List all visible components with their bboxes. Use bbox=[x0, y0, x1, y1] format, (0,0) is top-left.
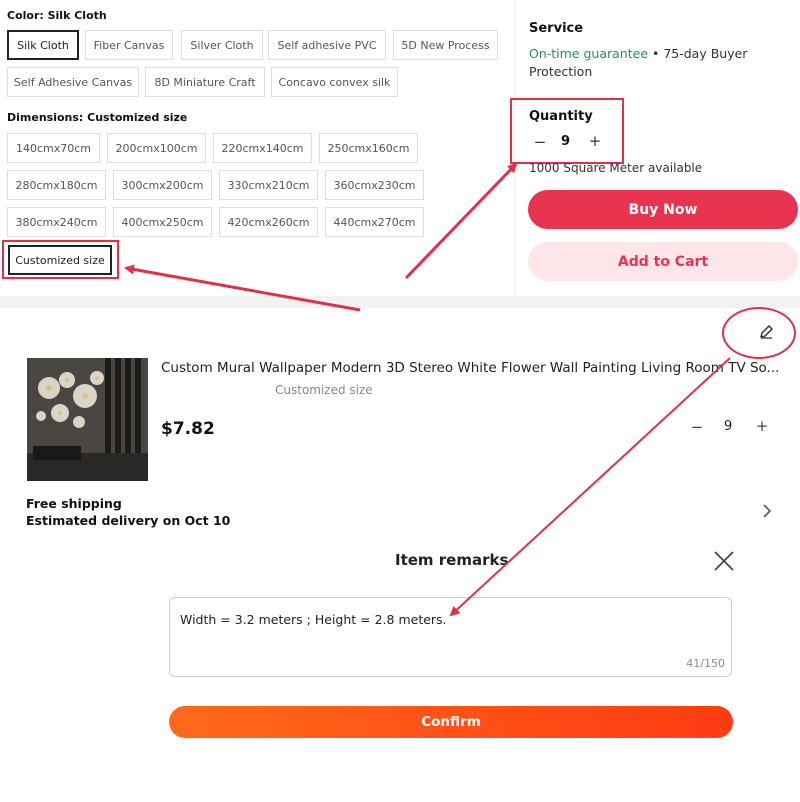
product-variant: Customized size bbox=[275, 383, 373, 397]
add-to-cart-button[interactable]: Add to Cart bbox=[528, 242, 798, 281]
dimensions-label: Dimensions: Customized size bbox=[7, 111, 188, 124]
product-thumbnail[interactable] bbox=[27, 358, 148, 481]
color-option-fiber-canvas[interactable]: Fiber Canvas bbox=[85, 30, 173, 60]
product-thumbnail-image bbox=[27, 358, 148, 481]
color-option-silver-cloth[interactable]: Silver Cloth bbox=[181, 30, 263, 60]
size-option[interactable]: 440cmx270cm bbox=[325, 207, 424, 237]
estimated-delivery: Estimated delivery on Oct 10 bbox=[26, 513, 231, 528]
remarks-text: Width = 3.2 meters ; Height = 2.8 meters… bbox=[180, 612, 447, 627]
color-option-silk-cloth[interactable]: Silk Cloth bbox=[7, 30, 79, 60]
size-option[interactable]: 220cmx140cm bbox=[213, 133, 312, 163]
annotation-circle-edit bbox=[722, 307, 796, 359]
size-option[interactable]: 400cmx250cm bbox=[113, 207, 212, 237]
annotation-highlight-quantity bbox=[510, 98, 624, 164]
plus-icon[interactable]: + bbox=[755, 417, 769, 435]
annotation-highlight-customized-size bbox=[2, 240, 119, 279]
size-option[interactable]: 300cmx200cm bbox=[113, 170, 212, 200]
on-time-guarantee: On-time guarantee bbox=[529, 46, 649, 61]
color-option-self-adhesive-canvas[interactable]: Self Adhesive Canvas bbox=[7, 67, 139, 97]
minus-icon[interactable]: − bbox=[690, 418, 704, 436]
size-option[interactable]: 200cmx100cm bbox=[107, 133, 206, 163]
cart-quantity-value[interactable]: 9 bbox=[724, 419, 732, 434]
free-shipping-label: Free shipping bbox=[26, 496, 122, 511]
color-option-8d-miniature-craft[interactable]: 8D Miniature Craft bbox=[145, 67, 265, 97]
quantity-available: 1000 Square Meter available bbox=[529, 161, 703, 175]
size-option[interactable]: 360cmx230cm bbox=[325, 170, 424, 200]
confirm-button[interactable]: Confirm bbox=[169, 706, 733, 738]
color-option-self-adhesive-pvc[interactable]: Self adhesive PVC bbox=[268, 30, 386, 60]
size-option[interactable]: 140cmx70cm bbox=[7, 133, 100, 163]
character-counter: 41/150 bbox=[686, 657, 725, 670]
size-option[interactable]: 330cmx210cm bbox=[219, 170, 318, 200]
color-label: Color: Silk Cloth bbox=[7, 9, 107, 22]
remarks-textarea[interactable]: Width = 3.2 meters ; Height = 2.8 meters… bbox=[169, 597, 732, 677]
service-description: On-time guarantee • 75-day Buyer Protect… bbox=[529, 45, 779, 81]
remarks-title: Item remarks bbox=[395, 551, 509, 569]
chevron-right-icon[interactable] bbox=[760, 503, 774, 519]
size-option[interactable]: 250cmx160cm bbox=[319, 133, 418, 163]
size-option[interactable]: 280cmx180cm bbox=[7, 170, 106, 200]
product-price: $7.82 bbox=[161, 419, 215, 439]
size-option[interactable]: 420cmx260cm bbox=[219, 207, 318, 237]
section-separator bbox=[0, 296, 800, 308]
color-option-5d-new-process[interactable]: 5D New Process bbox=[393, 30, 498, 60]
size-option[interactable]: 380cmx240cm bbox=[7, 207, 106, 237]
close-icon[interactable] bbox=[712, 549, 736, 573]
buy-now-button[interactable]: Buy Now bbox=[528, 190, 798, 229]
color-option-concavo-convex-silk[interactable]: Concavo convex silk bbox=[271, 67, 398, 97]
product-title[interactable]: Custom Mural Wallpaper Modern 3D Stereo … bbox=[161, 360, 781, 376]
service-title: Service bbox=[529, 21, 584, 36]
